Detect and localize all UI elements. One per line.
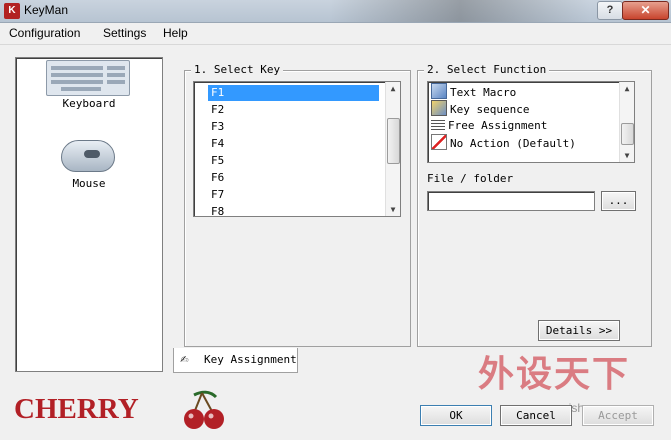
cherry-fruit-icon (184, 390, 224, 429)
file-folder-label: File / folder (427, 172, 514, 185)
tab-label: Key Assignment (204, 353, 297, 366)
scroll-thumb[interactable] (387, 118, 400, 164)
list-item[interactable]: F6 (211, 170, 224, 186)
accept-button[interactable]: Accept (582, 405, 654, 426)
device-sidebar: Keyboard Mouse (15, 57, 163, 372)
list-item-free-assignment[interactable]: Free Assignment (431, 117, 547, 134)
list-item-label: Text Macro (450, 86, 517, 99)
list-item-key-sequence[interactable]: Key sequence (431, 100, 529, 117)
list-item[interactable]: F7 (211, 187, 224, 203)
key-sequence-icon (431, 100, 447, 116)
menu-help[interactable]: Help (163, 26, 188, 40)
browse-button[interactable]: ... (601, 191, 636, 211)
list-item[interactable]: F2 (211, 102, 224, 118)
scroll-up-icon[interactable]: ▲ (622, 84, 632, 93)
list-item[interactable]: F5 (211, 153, 224, 169)
list-item[interactable]: F3 (211, 119, 224, 135)
cherry-logo-text: CHERRY (14, 393, 139, 425)
no-action-icon (431, 134, 447, 150)
list-item[interactable]: F8 (211, 204, 224, 216)
menu-configuration[interactable]: Configuration (9, 26, 80, 40)
watermark-logo: 外设天下 (478, 354, 631, 395)
close-button[interactable]: ✕ (622, 1, 669, 20)
list-item-label: Free Assignment (448, 119, 548, 132)
keyman-icon: K (4, 3, 20, 19)
function-list[interactable]: Text Macro Key sequence Free Assignment … (427, 81, 635, 163)
scroll-down-icon[interactable]: ▼ (388, 205, 398, 214)
cancel-button[interactable]: Cancel (500, 405, 572, 426)
key-list-scrollbar[interactable]: ▲ ▼ (385, 82, 400, 216)
sidebar-item-label: Keyboard (62, 97, 116, 110)
select-key-legend: 1. Select Key (191, 63, 284, 76)
function-list-scrollbar[interactable]: ▲ ▼ (619, 82, 634, 162)
details-button[interactable]: Details >> (538, 320, 620, 341)
mouse-icon (61, 140, 115, 172)
scroll-thumb[interactable] (621, 123, 634, 145)
list-item-label: No Action (Default) (450, 137, 576, 150)
keyboard-icon (46, 60, 130, 96)
list-item-text-macro[interactable]: Text Macro (431, 83, 516, 100)
key-assignment-icon: ✍ (180, 351, 189, 367)
menu-settings[interactable]: Settings (103, 26, 146, 40)
scroll-up-icon[interactable]: ▲ (388, 84, 398, 93)
text-macro-icon (431, 83, 447, 99)
key-list[interactable]: F1 F2 F3 F4 F5 F6 F7 F8 ▲ ▼ (193, 81, 401, 217)
select-function-legend: 2. Select Function (424, 63, 550, 76)
select-function-group: 2. Select Function Text Macro Key sequen… (417, 63, 652, 347)
titlebar-background (330, 0, 590, 22)
cherry-logo: CHERRY (14, 393, 139, 426)
help-button[interactable]: ? (597, 1, 623, 20)
sidebar-item-label: Mouse (72, 177, 106, 190)
list-item-no-action[interactable]: No Action (Default) (431, 134, 576, 151)
free-assignment-icon (431, 118, 445, 132)
list-item[interactable]: F4 (211, 136, 224, 152)
title-bar: K KeyMan ? ✕ (0, 0, 671, 23)
tab-key-assignment[interactable]: ✍ Key Assignment (173, 348, 298, 373)
window-title: KeyMan (24, 3, 69, 17)
menu-bar: Configuration Settings Help (0, 23, 671, 45)
select-key-group: 1. Select Key F1 F2 F3 F4 F5 F6 F7 F8 ▲ … (184, 63, 411, 347)
file-folder-input[interactable] (427, 191, 595, 211)
ok-button[interactable]: OK (420, 405, 492, 426)
list-item-label: Key sequence (450, 103, 530, 116)
scroll-down-icon[interactable]: ▼ (622, 151, 632, 160)
list-item[interactable]: F1 (208, 85, 379, 101)
